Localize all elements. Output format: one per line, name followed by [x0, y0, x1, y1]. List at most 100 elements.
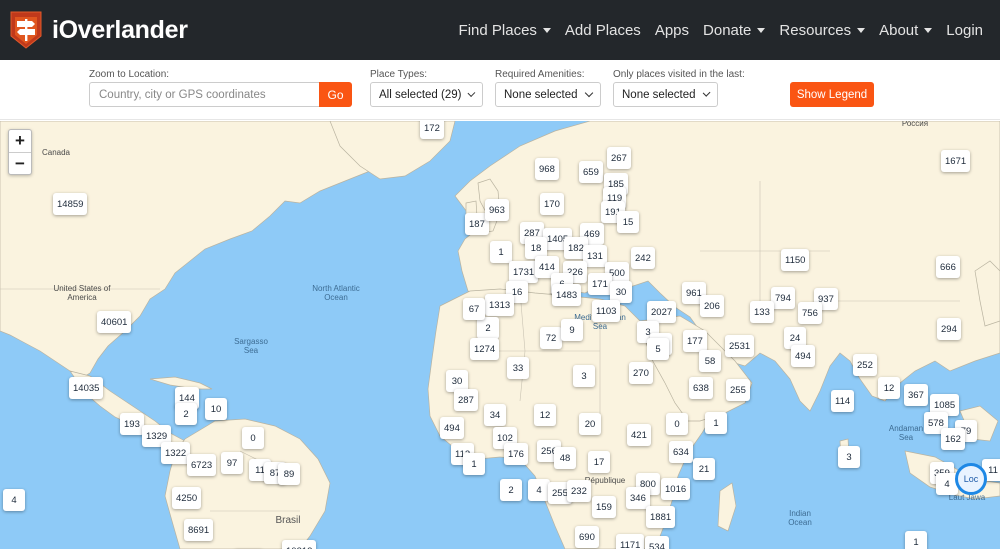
place-cluster-marker[interactable]: 1483 — [552, 284, 582, 306]
place-cluster-marker[interactable]: 252 — [853, 354, 877, 376]
visited-select[interactable]: None selected — [613, 82, 718, 107]
nav-item-find-places[interactable]: Find Places — [452, 22, 558, 39]
place-cluster-marker[interactable]: 666 — [936, 256, 960, 278]
place-cluster-marker[interactable]: 1731 — [509, 261, 539, 283]
place-cluster-marker[interactable]: 58 — [699, 350, 721, 372]
world-map[interactable]: Canada United States of America North Atla… — [0, 121, 1000, 549]
zoom-out-button[interactable]: − — [9, 152, 31, 174]
place-cluster-marker[interactable]: 367 — [904, 384, 928, 406]
nav-item-add-places[interactable]: Add Places — [558, 22, 648, 39]
place-cluster-marker[interactable]: 794 — [771, 287, 795, 309]
place-cluster-marker[interactable]: 1171 — [616, 534, 645, 549]
place-cluster-marker[interactable]: 756 — [798, 302, 822, 324]
place-cluster-marker[interactable]: 267 — [607, 147, 631, 169]
place-cluster-marker[interactable]: 1881 — [646, 506, 676, 528]
zoom-location-input[interactable]: Country, city or GPS coordinates — [89, 82, 319, 107]
nav-item-resources[interactable]: Resources — [772, 22, 872, 39]
place-cluster-marker[interactable]: 534 — [645, 536, 669, 549]
place-cluster-marker[interactable]: 206 — [700, 295, 724, 317]
place-cluster-marker[interactable]: 659 — [579, 161, 603, 183]
place-cluster-marker[interactable]: 0 — [242, 427, 264, 449]
place-cluster-marker[interactable]: 638 — [689, 377, 713, 399]
place-cluster-marker[interactable]: 1322 — [161, 442, 191, 464]
place-cluster-marker[interactable]: 14035 — [69, 377, 104, 399]
place-cluster-marker[interactable]: 14859 — [53, 193, 88, 215]
place-cluster-marker[interactable]: 963 — [485, 199, 509, 221]
place-cluster-marker[interactable]: 255 — [726, 379, 750, 401]
place-cluster-marker[interactable]: 4250 — [172, 487, 202, 509]
place-cluster-marker[interactable]: 33 — [507, 357, 529, 379]
place-cluster-marker[interactable]: 176 — [504, 443, 528, 465]
place-cluster-marker[interactable]: 193 — [120, 413, 144, 435]
place-cluster-marker[interactable]: 114 — [831, 390, 855, 412]
place-cluster-marker[interactable]: 8691 — [184, 519, 214, 541]
place-cluster-marker[interactable]: 12 — [534, 404, 556, 426]
brand[interactable]: iOverlander — [8, 0, 188, 60]
place-cluster-marker[interactable]: 1 — [705, 412, 727, 434]
place-cluster-marker[interactable]: 3 — [838, 446, 860, 468]
amenities-select[interactable]: None selected — [495, 82, 601, 107]
nav-item-donate[interactable]: Donate — [696, 22, 772, 39]
place-cluster-marker[interactable]: 21 — [693, 458, 715, 480]
place-cluster-marker[interactable]: 4 — [528, 479, 550, 501]
place-cluster-marker[interactable]: 1 — [463, 453, 485, 475]
place-cluster-marker[interactable]: 270 — [629, 362, 653, 384]
place-types-select[interactable]: All selected (29) — [370, 82, 483, 107]
place-cluster-marker[interactable]: 494 — [791, 345, 815, 367]
go-button[interactable]: Go — [319, 82, 352, 107]
nav-item-apps[interactable]: Apps — [648, 22, 696, 39]
place-cluster-marker[interactable]: 133 — [750, 301, 774, 323]
place-cluster-marker[interactable]: 40601 — [97, 311, 132, 333]
zoom-in-button[interactable]: + — [9, 130, 31, 152]
place-cluster-marker[interactable]: 2 — [500, 479, 522, 501]
place-cluster-marker[interactable]: 4 — [3, 489, 25, 511]
place-cluster-marker[interactable]: 10 — [205, 398, 227, 420]
place-cluster-marker[interactable]: 9 — [561, 319, 583, 341]
place-cluster-marker[interactable]: 15 — [617, 211, 639, 233]
place-cluster-marker[interactable]: 2531 — [725, 335, 755, 357]
place-cluster-marker[interactable]: 1 — [490, 241, 512, 263]
place-cluster-marker[interactable]: 12 — [878, 377, 900, 399]
place-cluster-marker[interactable]: 0 — [666, 413, 688, 435]
place-cluster-marker[interactable]: 72 — [540, 327, 562, 349]
place-cluster-marker[interactable]: 3 — [573, 365, 595, 387]
place-cluster-marker[interactable]: 97 — [221, 452, 243, 474]
nav-item-login[interactable]: Login — [939, 22, 990, 39]
place-cluster-marker[interactable]: 2027 — [647, 301, 677, 323]
place-cluster-marker[interactable]: 1150 — [781, 249, 810, 271]
place-cluster-marker[interactable]: 494 — [440, 417, 464, 439]
place-cluster-marker[interactable]: 162 — [941, 428, 965, 450]
place-cluster-marker[interactable]: 242 — [631, 247, 655, 269]
place-cluster-marker[interactable]: 177 — [683, 330, 707, 352]
nav-item-about[interactable]: About — [872, 22, 939, 39]
place-cluster-marker[interactable]: 2 — [477, 317, 499, 339]
place-cluster-marker[interactable]: 1103 — [592, 300, 621, 322]
place-cluster-marker[interactable]: 690 — [575, 526, 599, 548]
place-cluster-marker[interactable]: 1671 — [941, 150, 971, 172]
place-cluster-marker[interactable]: 17 — [588, 451, 610, 473]
place-cluster-marker[interactable]: 5 — [647, 338, 669, 360]
place-cluster-marker[interactable]: 421 — [627, 424, 651, 446]
place-cluster-marker[interactable]: 968 — [535, 158, 559, 180]
place-cluster-marker[interactable]: 1313 — [485, 294, 515, 316]
place-cluster-marker[interactable]: 634 — [669, 441, 693, 463]
place-cluster-marker[interactable]: 67 — [463, 298, 485, 320]
place-cluster-marker[interactable]: 1 — [905, 531, 927, 549]
locate-me-button[interactable]: Loc — [955, 463, 987, 495]
place-cluster-marker[interactable]: 287 — [454, 389, 478, 411]
place-cluster-marker[interactable]: 6723 — [187, 454, 217, 476]
place-cluster-marker[interactable]: 159 — [592, 496, 616, 518]
place-cluster-marker[interactable]: 48 — [554, 447, 576, 469]
place-cluster-marker[interactable]: 89 — [278, 463, 300, 485]
place-cluster-marker[interactable]: 2 — [175, 403, 197, 425]
place-cluster-marker[interactable]: 20 — [579, 413, 601, 435]
place-cluster-marker[interactable]: 34 — [484, 404, 506, 426]
place-cluster-marker[interactable]: 1016 — [661, 478, 691, 500]
place-cluster-marker[interactable]: 170 — [540, 193, 564, 215]
place-cluster-marker[interactable]: 1274 — [470, 338, 500, 360]
place-cluster-marker[interactable]: 10312 — [282, 540, 317, 549]
place-cluster-marker[interactable]: 232 — [567, 480, 591, 502]
show-legend-button[interactable]: Show Legend — [790, 82, 874, 107]
place-cluster-marker[interactable]: 171 — [588, 273, 612, 295]
place-cluster-marker[interactable]: 172 — [420, 121, 444, 139]
